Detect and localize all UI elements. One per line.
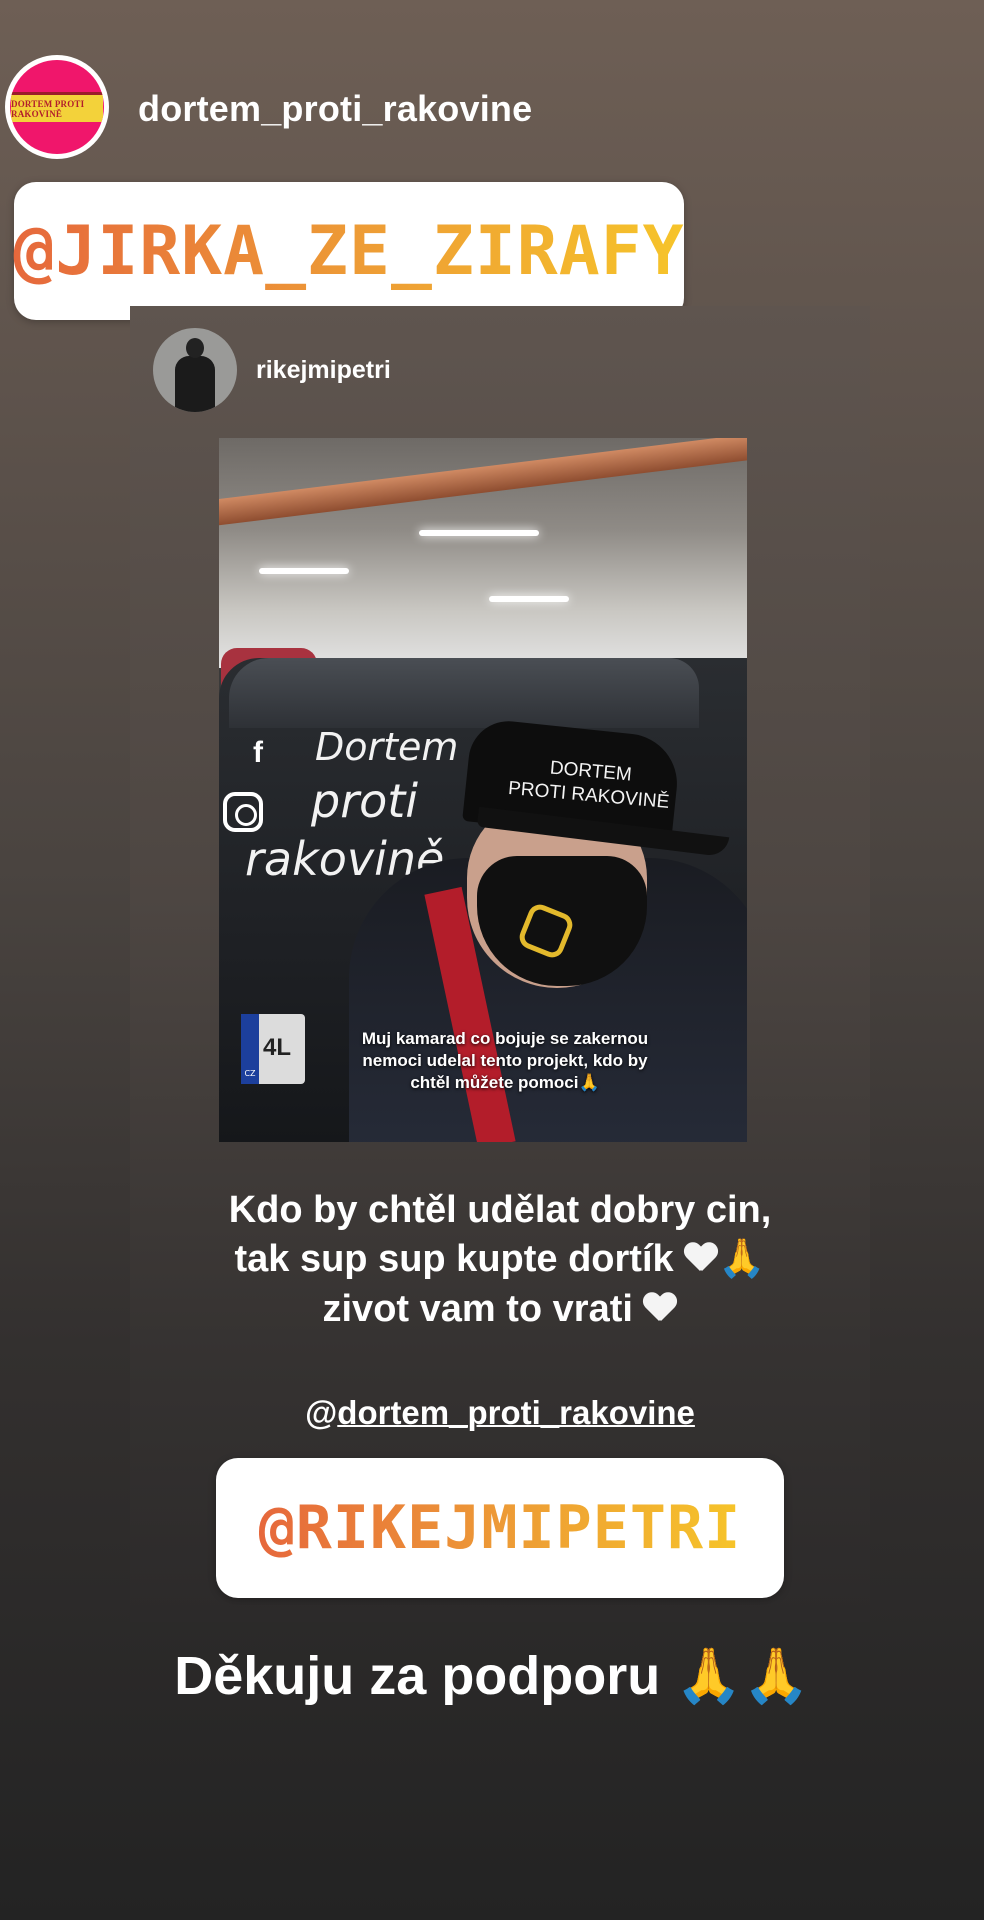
car-roof [229, 658, 699, 728]
message-line: Kdo by chtěl udělat dobry cin, [228, 1189, 772, 1231]
avatar-logo: DORTEM PROTI RAKOVINĚ [11, 92, 103, 122]
facebook-icon: f [253, 736, 263, 769]
reshared-post-message: Kdo by chtěl udělat dobry cin, tak sup s… [150, 1186, 850, 1334]
reshared-post-avatar[interactable] [153, 328, 237, 412]
mention-sticker-bottom[interactable]: @RIKEJMIPETRI [216, 1458, 784, 1598]
car-decal-line1: Dortem [315, 725, 459, 769]
mention-prefix: @ [305, 1394, 338, 1431]
ceiling-light [259, 568, 349, 574]
mention-sticker-text: @RIKEJMIPETRI [258, 1493, 742, 1563]
license-plate: CZ 4L [241, 1014, 305, 1084]
white-heart-icon [643, 1293, 677, 1323]
message-line: tak sup sup kupte dortík 🙏 [150, 1235, 850, 1284]
photo-caption: Muj kamarad co bojuje se zakernou nemoci… [361, 1029, 649, 1093]
plate-value: 4L [263, 1034, 292, 1061]
story-avatar[interactable]: DORTEM PROTI RAKOVINĚ [5, 55, 109, 159]
mention-link[interactable]: @dortem_proti_rakovine [150, 1394, 850, 1432]
footer-text: Děkuju za podporu [174, 1646, 661, 1706]
story-footer-text: Děkuju za podporu 🙏🙏 [0, 1645, 984, 1708]
car-decal-line2: proti [311, 774, 419, 828]
ceiling-light [419, 530, 539, 536]
pray-icon: 🙏 [718, 1238, 766, 1281]
mention-sticker-top[interactable]: @JIRKA_ZE_ZIRAFY [13, 182, 685, 320]
mention-sticker-text: @JIRKA_ZE_ZIRAFY [13, 211, 685, 291]
story-username[interactable]: dortem_proti_rakovine [138, 88, 532, 130]
avatar-person-head [186, 338, 204, 358]
reshared-post-card[interactable]: rikejmipetri Dortem proti rakovině f CZ … [130, 306, 870, 1622]
message-line-text: zivot vam to vrati [322, 1287, 633, 1330]
reshared-post-username[interactable]: rikejmipetri [256, 356, 391, 385]
instagram-icon [223, 792, 263, 832]
message-line: zivot vam to vrati [150, 1285, 850, 1334]
plate-country: CZ [241, 1014, 259, 1084]
mention-link-text[interactable]: dortem_proti_rakovine [337, 1394, 695, 1431]
story-header: DORTEM PROTI RAKOVINĚ dortem_proti_rakov… [0, 0, 984, 170]
white-heart-icon [684, 1243, 718, 1273]
message-line-text: tak sup sup kupte dortík [234, 1238, 674, 1281]
ceiling-light [489, 596, 569, 602]
pray-icon: 🙏🙏 [675, 1646, 810, 1706]
avatar-image: DORTEM PROTI RAKOVINĚ [10, 60, 104, 154]
avatar-person-body [175, 356, 215, 412]
reshared-post-photo: Dortem proti rakovině f CZ 4L DORTEM PRO… [219, 438, 747, 1142]
